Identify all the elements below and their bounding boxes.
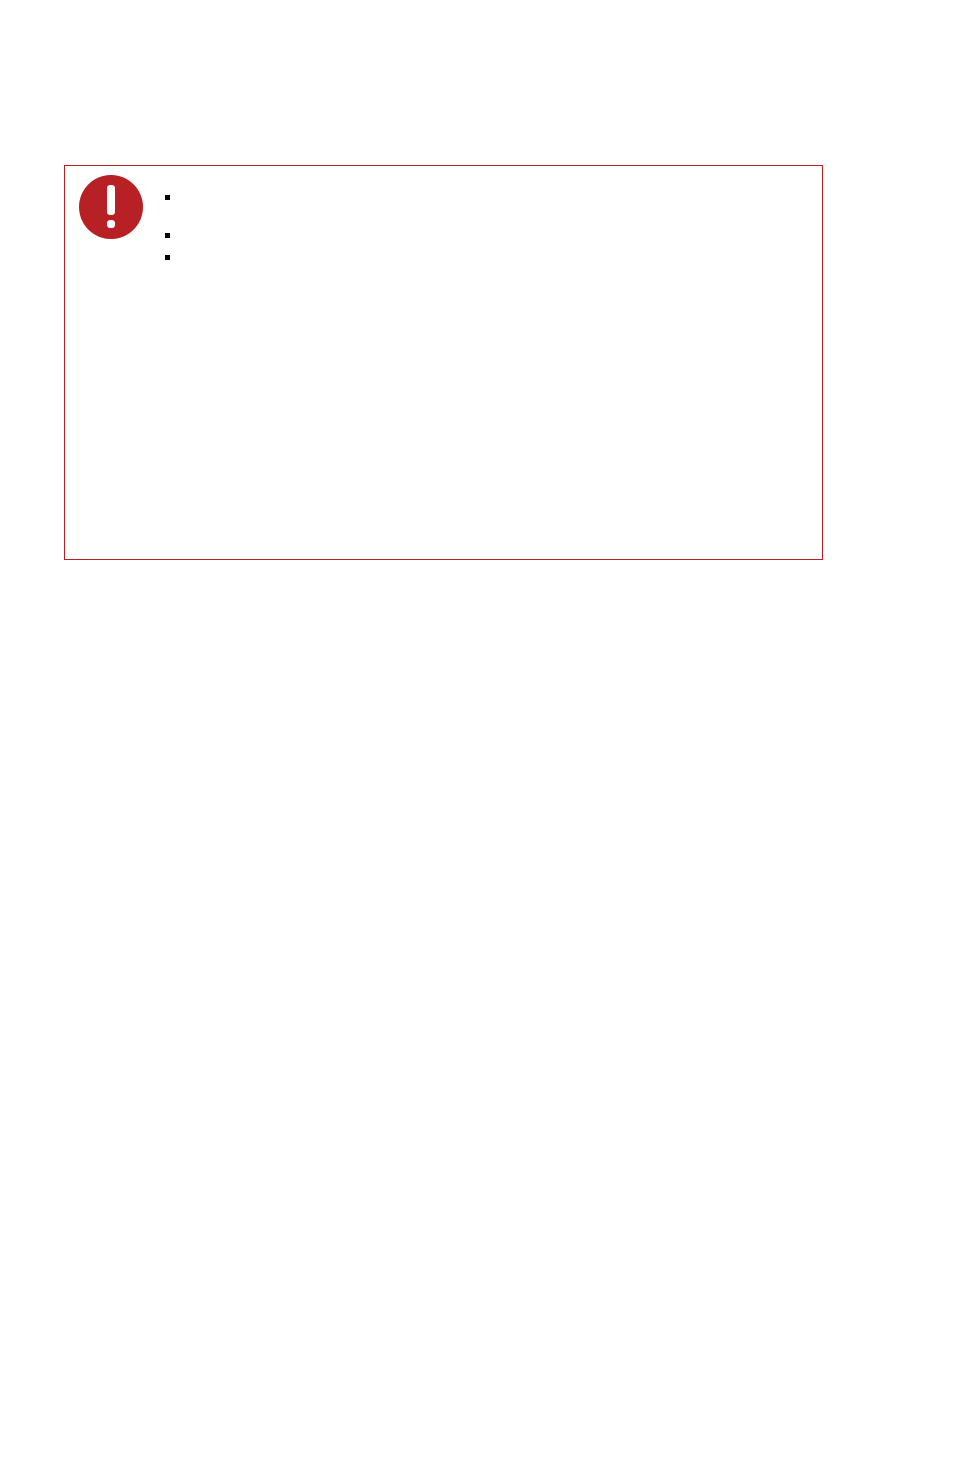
warning-list — [165, 188, 185, 248]
exclamation-icon — [79, 175, 143, 239]
warning-box — [64, 165, 823, 560]
